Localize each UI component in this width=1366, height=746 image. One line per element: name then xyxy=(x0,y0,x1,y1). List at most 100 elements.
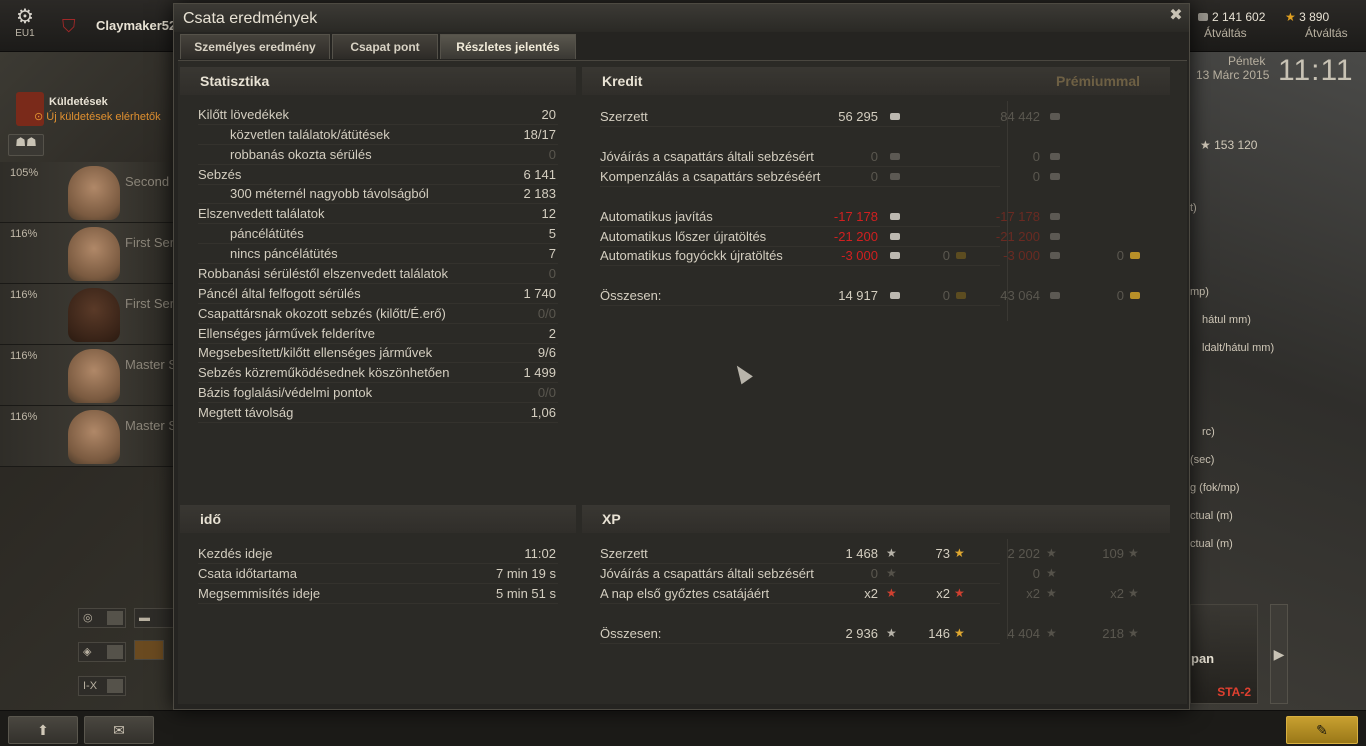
vehicle-stat-value: 153 120 xyxy=(1214,138,1258,152)
tier-filter[interactable]: I-X xyxy=(78,676,126,696)
xp-label: Jóváírás a csapattárs általi sebzésért xyxy=(600,566,814,581)
battle-results-dialog: Csata eredmények ✖ Személyes eredmény Cs… xyxy=(173,3,1190,710)
clock-time: 11:11 xyxy=(1278,54,1354,87)
stats-label: Kilőtt lövedékek xyxy=(198,107,290,122)
xp-value: x2 xyxy=(864,586,878,601)
stats-row: Sebzés 6 141 xyxy=(198,165,556,184)
channels-button[interactable]: ✉ xyxy=(84,716,154,744)
time-row: Csata időtartama 7 min 19 s xyxy=(198,564,556,583)
vehicle-param-label: hátul mm) xyxy=(1202,314,1251,326)
credit-label: Automatikus fogyóckk újratöltés xyxy=(600,248,783,263)
stats-row: 300 méternél nagyobb távolságból 2 183 xyxy=(198,184,556,203)
vehicle-param-label: ctual (m) xyxy=(1190,510,1233,522)
xp-row: Jóváírás a csapattárs általi sebzésért 0 ★… xyxy=(600,564,1160,583)
crew-member[interactable]: 116% Master S xyxy=(0,345,178,406)
close-icon[interactable]: ✖ xyxy=(1168,8,1184,24)
xp-star-icon: ★ xyxy=(1046,546,1057,560)
crew-member[interactable]: 105% Second L xyxy=(0,162,180,223)
xp-value: 1 468 xyxy=(845,546,878,561)
credit-label: Szerzett xyxy=(600,109,648,124)
tab-team[interactable]: Csapat pont xyxy=(332,34,438,59)
credits-coin-icon xyxy=(890,113,900,120)
free-xp-value: 73 xyxy=(935,546,950,561)
crew-icon: ☗☗ xyxy=(15,135,37,149)
stats-value: 6 141 xyxy=(523,166,556,182)
xp-label: A nap első győztes csatájáért xyxy=(600,586,770,601)
crew-role: First Ser xyxy=(125,235,175,250)
dialog-title-bar: Csata eredmények ✖ xyxy=(174,4,1189,32)
crew-button[interactable]: ☗☗ xyxy=(8,134,44,156)
credits-box: 2 141 602 Átváltás xyxy=(1198,10,1268,40)
stats-row: közvetlen találatok/átütések 18/17 xyxy=(198,125,556,144)
crew-member[interactable]: 116% First Ser xyxy=(0,284,178,345)
stats-row: Robbanási sérüléstől elszenvedett talála… xyxy=(198,264,556,283)
bottom-bar: ⬆ ✉ ✎ xyxy=(0,710,1366,746)
stats-row: Megsebesített/kilőtt ellenséges járművek… xyxy=(198,343,556,362)
credits-exchange-link[interactable]: Átváltás xyxy=(1204,26,1268,40)
gold-coin-icon xyxy=(956,292,966,299)
stats-label: Robbanási sérüléstől elszenvedett talála… xyxy=(198,265,449,281)
stats-label: Megsebesített/kilőtt ellenséges járművek xyxy=(198,345,433,361)
vehicle-stat: ★ 153 120 xyxy=(1200,138,1257,152)
xp-label: Szerzett xyxy=(600,546,648,561)
credits-coin-icon xyxy=(1050,173,1060,180)
clan-emblem-icon[interactable]: ⛉ xyxy=(62,16,84,38)
crew-portrait xyxy=(68,288,120,342)
crew-member[interactable]: 116% Master S xyxy=(0,406,178,467)
stats-label: robbanás okozta sérülés xyxy=(230,146,372,162)
stats-row: Csapattársnak okozott sebzés (kilőtt/É.e… xyxy=(198,304,556,323)
globe-icon: ◎ xyxy=(83,612,93,624)
stats-label: Ellenséges járművek felderítve xyxy=(198,325,376,341)
message-icon: ✎ xyxy=(1316,722,1328,738)
chevron-down-icon xyxy=(107,645,123,659)
time-label: Kezdés ideje xyxy=(198,546,273,561)
credit-row: Automatikus javítás -17 178 -17 178 xyxy=(600,207,1160,226)
stats-label: Csapattársnak okozott sebzés (kilőtt/É.e… xyxy=(198,305,446,321)
carousel-next-arrow[interactable]: ▶ xyxy=(1270,604,1288,704)
server-label: EU1 xyxy=(15,28,35,39)
contacts-button[interactable]: ⬆ xyxy=(8,716,78,744)
premium-filter[interactable] xyxy=(134,640,164,660)
server-button[interactable]: ⚙ EU1 xyxy=(8,6,42,39)
credit-row: Szerzett 56 295 84 442 xyxy=(600,107,1160,126)
stats-label: Sebzés xyxy=(198,166,242,182)
stats-value: 0/0 xyxy=(537,305,556,321)
premium-xp-value: 2 202 xyxy=(1007,546,1040,561)
crew-member[interactable]: 116% First Ser xyxy=(0,223,178,284)
credits-coin-icon xyxy=(1050,213,1060,220)
crew-role: Master S xyxy=(125,357,178,372)
premium-gold-value: 0 xyxy=(1116,248,1124,263)
premium-credit-value: 0 xyxy=(1032,169,1040,184)
stats-row: robbanás okozta sérülés 0 xyxy=(198,145,556,164)
premium-free-xp-value: 109 xyxy=(1102,546,1124,561)
xp-row: Összesen: 2 936 ★ 146 ★ 4 404 ★ 218 ★ xyxy=(600,624,1160,643)
nation-filter[interactable]: ◎ xyxy=(78,608,126,628)
tab-personal[interactable]: Személyes eredmény xyxy=(180,34,330,59)
credit-label: Kompenzálás a csapattárs sebzéséért xyxy=(600,169,821,184)
vehicle-param-label: (sec) xyxy=(1190,454,1215,466)
gold-exchange-link[interactable]: Átváltás xyxy=(1305,26,1355,40)
xp-value: 2 936 xyxy=(845,626,878,641)
stats-value: 0/0 xyxy=(537,385,556,401)
notifications-button[interactable]: ✎ xyxy=(1286,716,1358,744)
player-name[interactable]: Claymaker52 xyxy=(96,18,176,33)
stats-row: Ellenséges járművek felderítve 2 xyxy=(198,324,556,343)
free-xp-star-icon: ★ xyxy=(1128,586,1139,600)
tab-detailed[interactable]: Részletes jelentés xyxy=(440,34,576,59)
vehicle-card[interactable]: pan STA-2 xyxy=(1190,604,1258,704)
stats-label: páncélátütés xyxy=(230,226,304,242)
premium-credit-value: 43 064 xyxy=(1000,288,1040,303)
credits-coin-icon xyxy=(1050,233,1060,240)
stats-value: 18/17 xyxy=(523,126,556,142)
crew-skill: 116% xyxy=(10,350,38,362)
class-filter[interactable]: ◈ xyxy=(78,642,126,662)
vehicle-param-label: rc) xyxy=(1202,426,1215,438)
missions-notice[interactable]: Küldetések ⊙ Új küldetések elérhetők xyxy=(8,90,178,130)
stats-row: nincs páncélátütés 7 xyxy=(198,244,556,263)
credits-coin-icon xyxy=(1050,292,1060,299)
vehicle-param-label: ctual (m) xyxy=(1190,538,1233,550)
stats-label: Páncél által felfogott sérülés xyxy=(198,285,361,301)
xp-value: 0 xyxy=(870,566,878,581)
free-xp-star-icon: ★ xyxy=(954,546,965,560)
credit-value: 14 917 xyxy=(838,288,878,303)
